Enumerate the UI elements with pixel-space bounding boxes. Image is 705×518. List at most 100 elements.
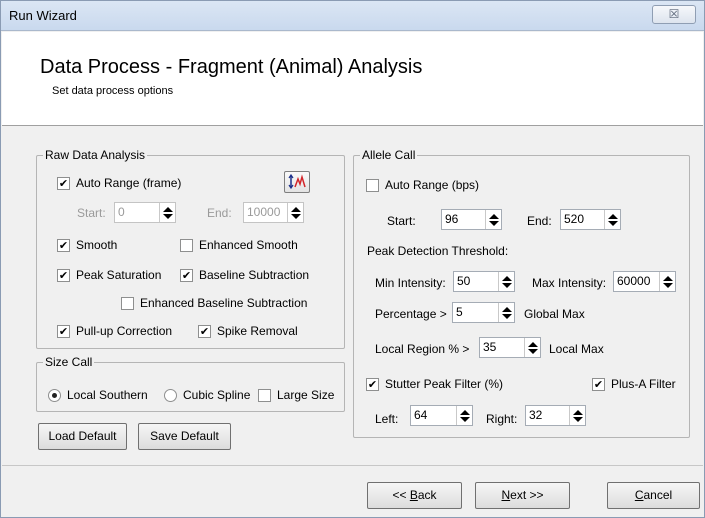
stutter-right-arrows[interactable] — [569, 406, 585, 425]
large-size-checkbox[interactable]: Large Size — [258, 387, 334, 403]
cubic-spline-radio[interactable]: Cubic Spline — [164, 387, 250, 403]
peak-saturation-checkbox[interactable]: Peak Saturation — [57, 267, 161, 283]
local-southern-label: Local Southern — [67, 388, 148, 402]
auto-range-frame-checkbox[interactable]: Auto Range (frame) — [57, 175, 181, 191]
run-wizard-window: Run Wizard ☒ Data Process - Fragment (An… — [0, 0, 705, 518]
auto-range-frame-box — [57, 176, 70, 190]
cubic-spline-label: Cubic Spline — [183, 388, 251, 402]
plus-a-filter-label: Plus-A Filter — [611, 377, 676, 391]
spike-removal-box — [198, 324, 211, 338]
percentage-value: 5 — [456, 305, 463, 319]
max-intensity-spinner[interactable]: 60000 — [613, 271, 676, 292]
back-rest: ack — [417, 488, 437, 502]
pullup-correction-box — [57, 324, 70, 338]
save-default-button[interactable]: Save Default — [138, 423, 231, 450]
frame-end-spinner[interactable]: 10000 — [243, 202, 304, 223]
smooth-checkbox[interactable]: Smooth — [57, 237, 117, 253]
local-region-label: Local Region % > — [375, 342, 470, 356]
load-default-button[interactable]: Load Default — [38, 423, 127, 450]
allele-start-arrows[interactable] — [485, 210, 501, 229]
allele-end-value: 520 — [564, 212, 585, 226]
large-size-label: Large Size — [277, 388, 335, 402]
spike-removal-label: Spike Removal — [217, 324, 298, 338]
smooth-label: Smooth — [76, 238, 118, 252]
frame-start-value: 0 — [115, 203, 159, 222]
allele-start-label: Start: — [387, 214, 416, 228]
stutter-left-arrows[interactable] — [456, 406, 472, 425]
allele-end-label: End: — [527, 214, 552, 228]
baseline-subtraction-checkbox[interactable]: Baseline Subtraction — [180, 267, 309, 283]
frame-end-arrows[interactable] — [287, 203, 303, 222]
enhanced-baseline-label: Enhanced Baseline Subtraction — [140, 296, 308, 310]
peak-saturation-label: Peak Saturation — [76, 268, 162, 282]
stutter-peak-filter-box — [366, 377, 379, 391]
spike-removal-checkbox[interactable]: Spike Removal — [198, 323, 298, 339]
local-region-spinner[interactable]: 35 — [479, 337, 541, 358]
stutter-peak-filter-checkbox[interactable]: Stutter Peak Filter (%) — [366, 376, 503, 392]
peak-chart-icon — [288, 174, 306, 190]
local-region-arrows[interactable] — [524, 338, 540, 357]
global-max-label: Global Max — [524, 307, 585, 321]
stutter-right-label: Right: — [486, 412, 518, 426]
min-intensity-arrows[interactable] — [498, 272, 514, 291]
large-size-box — [258, 388, 271, 402]
auto-range-bps-box — [366, 178, 379, 192]
auto-range-bps-checkbox[interactable]: Auto Range (bps) — [366, 177, 479, 193]
min-intensity-label: Min Intensity: — [375, 276, 446, 290]
page-subtitle: Set data process options — [52, 85, 174, 97]
back-button[interactable]: << Back — [367, 482, 462, 509]
local-max-label: Local Max — [549, 342, 604, 356]
wizard-header: Data Process - Fragment (Animal) Analysi… — [2, 32, 703, 126]
allele-call-group: Allele Call — [353, 148, 690, 438]
back-prefix: << — [392, 488, 410, 502]
local-region-value: 35 — [483, 340, 497, 354]
allele-start-spinner[interactable]: 96 — [441, 209, 502, 230]
window-title: Run Wizard — [9, 8, 77, 23]
enhanced-baseline-checkbox[interactable]: Enhanced Baseline Subtraction — [121, 295, 307, 311]
peak-saturation-box — [57, 268, 70, 282]
pullup-correction-label: Pull-up Correction — [76, 324, 173, 338]
local-southern-radio[interactable]: Local Southern — [48, 387, 148, 403]
stutter-right-value: 32 — [529, 408, 543, 422]
percentage-spinner[interactable]: 5 — [452, 302, 515, 323]
next-button[interactable]: Next >> — [475, 482, 570, 509]
max-intensity-value: 60000 — [617, 274, 651, 288]
cubic-spline-radio-dot — [164, 388, 177, 402]
enhanced-smooth-label: Enhanced Smooth — [199, 238, 298, 252]
stutter-left-label: Left: — [375, 412, 399, 426]
allele-call-label: Allele Call — [360, 148, 418, 162]
allele-end-arrows[interactable] — [604, 210, 620, 229]
stutter-peak-filter-label: Stutter Peak Filter (%) — [385, 377, 504, 391]
frame-end-label: End: — [207, 206, 232, 220]
peak-threshold-label: Peak Detection Threshold: — [367, 244, 509, 258]
auto-range-bps-label: Auto Range (bps) — [385, 178, 480, 192]
frame-start-arrows[interactable] — [159, 203, 175, 222]
stutter-right-spinner[interactable]: 32 — [525, 405, 586, 426]
enhanced-baseline-box — [121, 296, 134, 310]
pullup-correction-checkbox[interactable]: Pull-up Correction — [57, 323, 172, 339]
peak-chart-button[interactable] — [284, 171, 310, 193]
next-rest: ext >> — [510, 488, 544, 502]
next-mnemonic: N — [501, 488, 511, 502]
frame-end-value: 10000 — [244, 203, 287, 222]
allele-start-value: 96 — [445, 212, 459, 226]
allele-end-spinner[interactable]: 520 — [560, 209, 621, 230]
local-southern-radio-dot — [48, 388, 61, 402]
percentage-label: Percentage > — [375, 307, 447, 321]
percentage-arrows[interactable] — [498, 303, 514, 322]
max-intensity-arrows[interactable] — [659, 272, 675, 291]
stutter-left-spinner[interactable]: 64 — [410, 405, 473, 426]
cancel-button[interactable]: Cancel — [607, 482, 700, 509]
load-default-label: Load Default — [48, 429, 117, 443]
page-title: Data Process - Fragment (Animal) Analysi… — [40, 56, 423, 78]
plus-a-filter-checkbox[interactable]: Plus-A Filter — [592, 376, 676, 392]
baseline-subtraction-label: Baseline Subtraction — [199, 268, 310, 282]
enhanced-smooth-box — [180, 238, 193, 252]
min-intensity-spinner[interactable]: 50 — [453, 271, 515, 292]
close-button[interactable]: ☒ — [652, 5, 696, 24]
save-default-label: Save Default — [150, 429, 219, 443]
frame-start-spinner[interactable]: 0 — [114, 202, 176, 223]
min-intensity-value: 50 — [457, 274, 471, 288]
enhanced-smooth-checkbox[interactable]: Enhanced Smooth — [180, 237, 298, 253]
back-mnemonic: B — [409, 488, 418, 502]
